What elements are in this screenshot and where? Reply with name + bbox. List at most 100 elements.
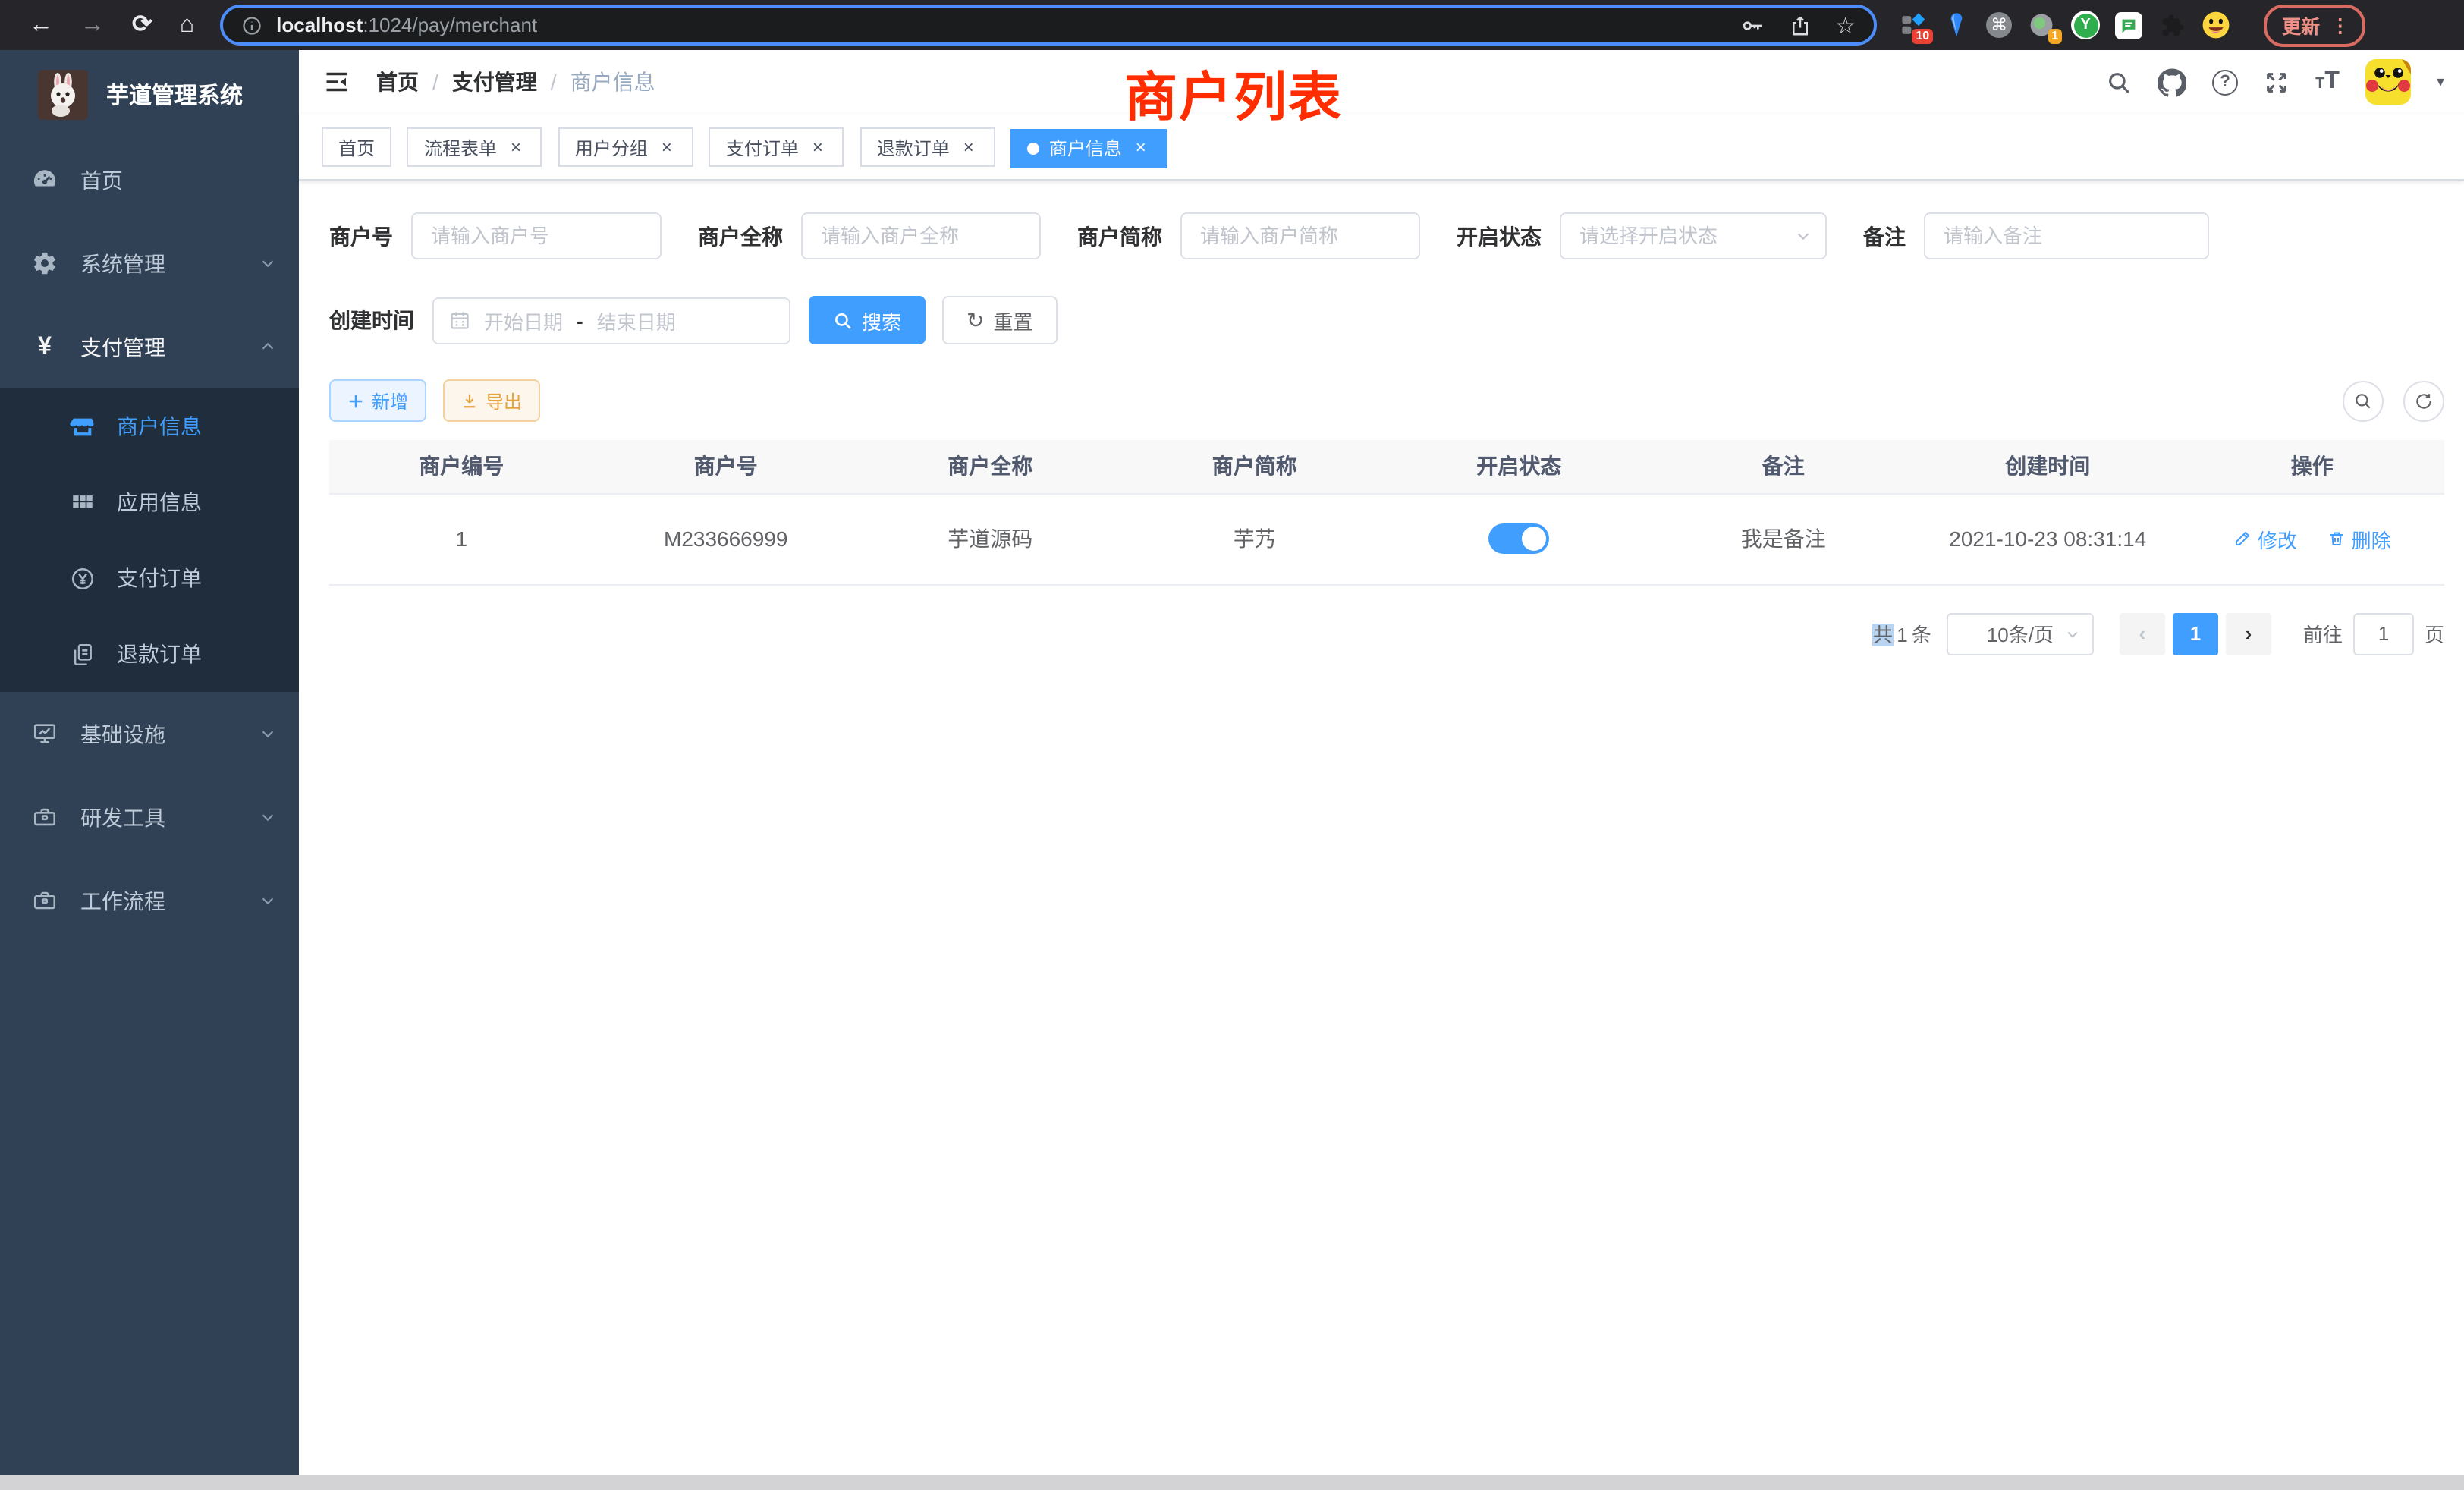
delete-link[interactable]: 删除	[2327, 524, 2391, 553]
filter-row-1: 商户号 商户全称 商户简称 开启状态	[329, 212, 2444, 259]
toggle-search-button[interactable]	[2343, 380, 2384, 421]
app-logo-rabbit	[38, 69, 88, 119]
tab-pay-order[interactable]: 支付订单 ×	[709, 127, 844, 167]
sidebar-item-refund-order[interactable]: 退款订单	[0, 616, 299, 692]
extension-chat-icon[interactable]	[2115, 11, 2142, 39]
toolbox-icon	[32, 804, 58, 830]
tab-merchant-info[interactable]: 商户信息 ×	[1011, 128, 1168, 168]
tab-label: 支付订单	[726, 134, 799, 160]
password-key-icon[interactable]	[1740, 13, 1764, 37]
merchant-no-label: 商户号	[329, 221, 393, 251]
chevron-down-icon	[259, 255, 276, 272]
breadcrumb-home[interactable]: 首页	[376, 67, 419, 97]
sidebar-collapse-icon[interactable]	[311, 68, 363, 96]
date-range-picker[interactable]: 开始日期 - 结束日期	[432, 297, 790, 344]
sidebar-item-devtools[interactable]: 研发工具	[0, 775, 299, 859]
extension-gem-icon[interactable]	[1942, 11, 1971, 39]
cell-actions: 修改 删除	[2180, 493, 2445, 584]
breadcrumb-pay[interactable]: 支付管理	[452, 67, 537, 97]
merchant-no-input[interactable]	[411, 212, 662, 259]
breadcrumb: 首页 / 支付管理 / 商户信息	[376, 67, 655, 97]
tab-process-form[interactable]: 流程表单×	[407, 127, 542, 167]
add-button[interactable]: 新增	[329, 379, 426, 422]
add-button-label: 新增	[372, 388, 408, 413]
extension-status-icon[interactable]: 1	[2027, 11, 2056, 39]
search-icon[interactable]	[2106, 69, 2132, 95]
github-icon[interactable]	[2158, 68, 2186, 96]
status-toggle[interactable]	[1488, 523, 1549, 554]
sidebar-item-label: 研发工具	[80, 802, 259, 832]
close-icon[interactable]: ×	[959, 137, 979, 157]
refresh-table-button[interactable]	[2403, 380, 2444, 421]
table-header-row: 商户编号 商户号 商户全称 商户简称 开启状态 备注 创建时间 操作	[329, 440, 2444, 493]
sidebar-item-system[interactable]: 系统管理	[0, 222, 299, 305]
filter-row-2: 创建时间 开始日期 - 结束日期	[329, 296, 2444, 344]
cell-create-time: 2021-10-23 08:31:14	[1916, 493, 2180, 584]
goto-page-input[interactable]	[2353, 612, 2414, 655]
tab-label: 商户信息	[1049, 135, 1122, 161]
info-icon[interactable]	[241, 14, 262, 36]
cell-merchant-no: M233666999	[594, 493, 859, 584]
col-merchant-no: 商户号	[594, 440, 859, 493]
sidebar-item-pay-order[interactable]: 支付订单	[0, 540, 299, 616]
grid-icon	[70, 489, 96, 515]
remark-input[interactable]	[1924, 212, 2209, 259]
tab-home[interactable]: 首页	[322, 127, 391, 167]
browser-update-button[interactable]: 更新 ⋮	[2264, 4, 2365, 46]
next-page-button[interactable]: ›	[2226, 612, 2271, 655]
caret-down-icon[interactable]: ▾	[2437, 74, 2444, 90]
help-icon[interactable]: ?	[2212, 69, 2238, 95]
prev-page-button[interactable]: ‹	[2120, 612, 2165, 655]
browser-menu-icon[interactable]: ⋮	[2330, 13, 2349, 36]
tab-user-group[interactable]: 用户分组×	[558, 127, 693, 167]
export-button[interactable]: 导出	[443, 379, 540, 422]
close-icon[interactable]: ×	[506, 137, 526, 157]
browser-reload-button[interactable]: ⟳	[118, 0, 166, 50]
full-name-input[interactable]	[801, 212, 1041, 259]
extensions-puzzle-icon[interactable]	[2158, 11, 2186, 39]
address-bar[interactable]: localhost:1024/pay/merchant ☆	[220, 5, 1877, 46]
browser-forward-button[interactable]: →	[67, 0, 118, 50]
status-select[interactable]	[1560, 212, 1827, 259]
app-logo-row[interactable]: 芋道管理系统	[0, 50, 299, 138]
sidebar-item-pay[interactable]: ¥ 支付管理	[0, 305, 299, 388]
close-icon[interactable]: ×	[808, 137, 828, 157]
cell-full-name: 芋道源码	[858, 493, 1123, 584]
sidebar-item-merchant-info[interactable]: 商户信息	[0, 388, 299, 464]
sidebar-item-workflow[interactable]: 工作流程	[0, 859, 299, 942]
sidebar-item-home[interactable]: 首页	[0, 138, 299, 222]
close-icon[interactable]: ×	[657, 137, 677, 157]
font-size-icon[interactable]: TT	[2315, 68, 2340, 96]
close-icon[interactable]: ×	[1131, 138, 1151, 158]
sidebar-item-label: 系统管理	[80, 248, 259, 278]
active-dot-icon	[1028, 142, 1040, 154]
bookmark-star-icon[interactable]: ☆	[1835, 11, 1856, 39]
sidebar-item-app-info[interactable]: 应用信息	[0, 464, 299, 540]
page-size-value: 10条/页	[1987, 619, 2054, 648]
reset-button[interactable]: ↻ 重置	[942, 296, 1058, 344]
sidebar-item-label: 应用信息	[117, 487, 202, 517]
app-title: 芋道管理系统	[106, 78, 243, 110]
page-size-select[interactable]: 10条/页	[1947, 612, 2094, 655]
extension-cmd-icon[interactable]: ⌘	[1986, 12, 2012, 38]
browser-home-button[interactable]: ⌂	[166, 0, 208, 50]
profile-emoji-icon[interactable]	[2202, 11, 2230, 39]
browser-back-button[interactable]: ←	[15, 0, 67, 50]
cell-merchant-id: 1	[329, 493, 594, 584]
sidebar-item-infra[interactable]: 基础设施	[0, 692, 299, 775]
sidebar-item-label: 商户信息	[117, 411, 202, 442]
edit-link[interactable]: 修改	[2233, 524, 2297, 553]
share-icon[interactable]	[1788, 13, 1811, 37]
storefront-icon	[70, 413, 96, 439]
short-name-input[interactable]	[1180, 212, 1420, 259]
sidebar-item-label: 退款订单	[117, 639, 202, 669]
extension-badge: 10	[1912, 29, 1933, 44]
tab-refund-order[interactable]: 退款订单×	[860, 127, 995, 167]
extension-y-icon[interactable]: Y	[2071, 11, 2100, 39]
page-number-1[interactable]: 1	[2173, 612, 2218, 655]
fullscreen-icon[interactable]	[2264, 69, 2290, 95]
user-avatar[interactable]	[2365, 59, 2411, 105]
extension-tasks-icon[interactable]: 10	[1898, 11, 1927, 39]
search-button[interactable]: 搜索	[809, 296, 926, 344]
sidebar-item-label: 支付管理	[80, 332, 259, 362]
